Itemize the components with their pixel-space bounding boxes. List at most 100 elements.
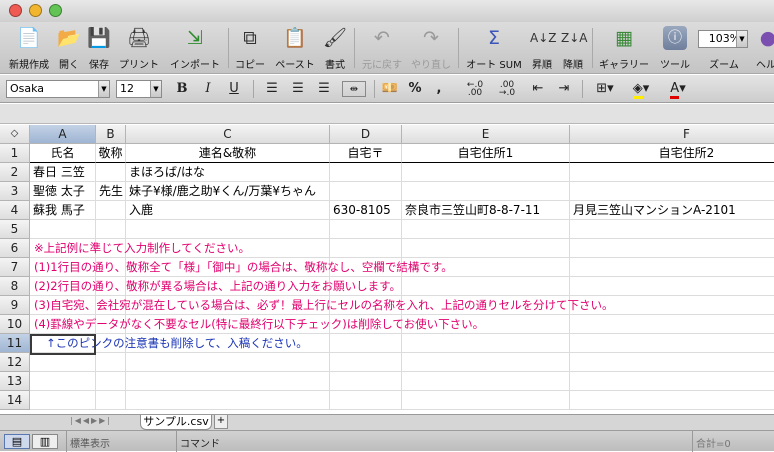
- column-header[interactable]: B: [96, 125, 126, 144]
- normal-view-button[interactable]: ▤: [4, 434, 30, 449]
- header-cell[interactable]: 自宅住所2: [570, 144, 774, 163]
- table-cell[interactable]: [402, 220, 570, 239]
- fill-color-button[interactable]: ◈▾: [625, 81, 657, 99]
- column-header[interactable]: A: [30, 125, 96, 144]
- align-right-button[interactable]: ☰: [314, 81, 334, 97]
- table-cell[interactable]: [330, 334, 402, 353]
- row-header[interactable]: 14: [0, 391, 30, 410]
- table-cell[interactable]: 聖徳 太子: [30, 182, 96, 201]
- redo-button[interactable]: ↷ やり直し: [408, 26, 454, 72]
- underline-button[interactable]: U: [224, 81, 244, 97]
- table-cell[interactable]: [30, 220, 96, 239]
- table-cell[interactable]: [96, 391, 126, 410]
- sheet-tab-active[interactable]: サンプル.csv: [140, 415, 212, 430]
- row-header[interactable]: 1: [0, 144, 30, 163]
- decrease-indent-button[interactable]: ⇤: [528, 81, 548, 97]
- comma-style-button[interactable]: ,: [430, 81, 448, 97]
- table-cell[interactable]: 月見三笠山マンションA-2101: [570, 201, 774, 220]
- tab-scroll-arrows[interactable]: |◀◀▶▶|: [70, 416, 112, 425]
- table-cell[interactable]: [402, 277, 570, 296]
- table-cell[interactable]: [402, 239, 570, 258]
- print-button[interactable]: 🖨 プリント: [116, 26, 162, 72]
- table-cell[interactable]: [126, 220, 330, 239]
- format-painter-button[interactable]: 🖌 書式: [321, 26, 349, 72]
- header-cell[interactable]: 自宅〒: [330, 144, 402, 163]
- table-cell[interactable]: [570, 163, 774, 182]
- sort-ascending-button[interactable]: A↓Z 昇順: [528, 26, 556, 72]
- table-cell[interactable]: [402, 163, 570, 182]
- table-cell[interactable]: [96, 163, 126, 182]
- table-cell[interactable]: 入鹿: [126, 201, 330, 220]
- column-header[interactable]: C: [126, 125, 330, 144]
- table-cell[interactable]: [402, 182, 570, 201]
- autosum-button[interactable]: Σ オート SUM: [462, 26, 526, 72]
- bold-button[interactable]: B: [172, 81, 192, 97]
- header-cell[interactable]: 氏名: [30, 144, 96, 163]
- table-cell[interactable]: [402, 391, 570, 410]
- column-header[interactable]: D: [330, 125, 402, 144]
- header-cell[interactable]: 連名&敬称: [126, 144, 330, 163]
- table-cell[interactable]: [570, 372, 774, 391]
- align-left-button[interactable]: ☰: [262, 81, 282, 97]
- currency-button[interactable]: 💴: [380, 81, 400, 97]
- zoom-select[interactable]: 103% ▼: [698, 30, 748, 48]
- increase-indent-button[interactable]: ⇥: [554, 81, 574, 97]
- table-cell[interactable]: [570, 353, 774, 372]
- import-button[interactable]: ⇲ インポート: [166, 26, 224, 72]
- table-cell[interactable]: [570, 334, 774, 353]
- open-button[interactable]: 📂 開く: [56, 26, 82, 72]
- paste-button[interactable]: 📋 ペースト: [272, 26, 318, 72]
- row-header[interactable]: 4: [0, 201, 30, 220]
- table-cell[interactable]: [402, 334, 570, 353]
- toolbox-button[interactable]: ⓘ ツール: [656, 26, 694, 72]
- help-button[interactable]: ● ヘルプ: [756, 26, 774, 72]
- table-cell[interactable]: [126, 372, 330, 391]
- gallery-button[interactable]: ▦ ギャラリー: [595, 26, 653, 72]
- table-cell[interactable]: 春日 三笠: [30, 163, 96, 182]
- minimize-window-button[interactable]: [29, 4, 42, 17]
- page-layout-view-button[interactable]: ▥: [32, 434, 58, 449]
- table-cell[interactable]: [96, 220, 126, 239]
- row-header[interactable]: 3: [0, 182, 30, 201]
- table-cell[interactable]: [570, 182, 774, 201]
- table-cell[interactable]: 妹子¥様/鹿之助¥くん/万葉¥ちゃん: [126, 182, 330, 201]
- sort-descending-button[interactable]: Z↓A 降順: [559, 26, 587, 72]
- select-all-corner[interactable]: ◇: [0, 125, 30, 144]
- row-header[interactable]: 10: [0, 315, 30, 334]
- row-header[interactable]: 8: [0, 277, 30, 296]
- align-center-button[interactable]: ☰: [288, 81, 308, 97]
- table-cell[interactable]: [330, 239, 402, 258]
- table-cell[interactable]: [402, 372, 570, 391]
- table-cell[interactable]: [30, 372, 96, 391]
- row-header[interactable]: 12: [0, 353, 30, 372]
- table-cell[interactable]: 奈良市三笠山町8-8-7-11: [402, 201, 570, 220]
- italic-button[interactable]: I: [198, 81, 218, 97]
- table-cell[interactable]: [330, 391, 402, 410]
- column-header[interactable]: F: [570, 125, 774, 144]
- row-header[interactable]: 9: [0, 296, 30, 315]
- table-cell[interactable]: [330, 163, 402, 182]
- row-header[interactable]: 13: [0, 372, 30, 391]
- row-header[interactable]: 7: [0, 258, 30, 277]
- row-header[interactable]: 5: [0, 220, 30, 239]
- zoom-window-button[interactable]: [49, 4, 62, 17]
- font-color-button[interactable]: A▾: [662, 81, 694, 99]
- copy-button[interactable]: ⧉ コピー: [232, 26, 268, 72]
- header-cell[interactable]: 自宅住所1: [402, 144, 570, 163]
- table-cell[interactable]: [570, 315, 774, 334]
- table-cell[interactable]: [96, 201, 126, 220]
- table-cell[interactable]: 630-8105: [330, 201, 402, 220]
- table-cell[interactable]: [330, 353, 402, 372]
- table-cell[interactable]: [330, 220, 402, 239]
- decrease-decimal-button[interactable]: .00 →.0: [494, 81, 520, 98]
- undo-button[interactable]: ↶ 元に戻す: [357, 26, 407, 72]
- column-header[interactable]: E: [402, 125, 570, 144]
- font-size-select[interactable]: 12 ▼: [116, 80, 162, 98]
- font-name-select[interactable]: Osaka ▼: [6, 80, 110, 98]
- table-cell[interactable]: [570, 220, 774, 239]
- percent-button[interactable]: %: [405, 81, 425, 97]
- table-cell[interactable]: [126, 353, 330, 372]
- merge-center-button[interactable]: ⇹: [342, 81, 366, 97]
- header-cell[interactable]: 敬称: [96, 144, 126, 163]
- increase-decimal-button[interactable]: ←.0.00: [462, 81, 488, 98]
